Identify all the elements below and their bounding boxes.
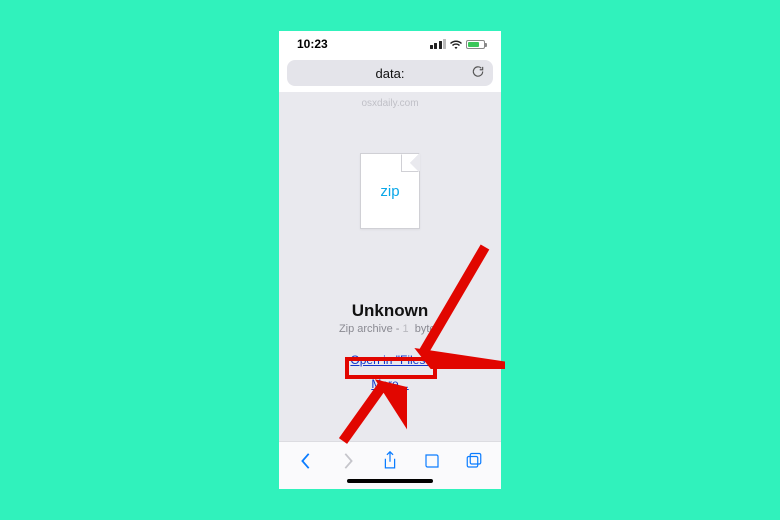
tabs-button[interactable] bbox=[463, 450, 485, 472]
safari-toolbar bbox=[279, 441, 501, 479]
cellular-icon bbox=[430, 39, 447, 49]
file-subtitle: Zip archive - 1 bytes bbox=[339, 323, 441, 335]
reload-icon[interactable] bbox=[471, 65, 485, 82]
status-bar: 10:23 bbox=[279, 31, 501, 57]
home-indicator bbox=[347, 479, 433, 483]
open-in-files-link[interactable]: Open in "Files" bbox=[350, 353, 429, 367]
status-time: 10:23 bbox=[297, 37, 328, 51]
forward-button[interactable] bbox=[337, 450, 359, 472]
watermark-text: osxdaily.com bbox=[361, 98, 418, 109]
more-link[interactable]: More... bbox=[371, 377, 408, 391]
url-bar[interactable]: data: bbox=[287, 60, 493, 86]
url-text: data: bbox=[376, 66, 405, 81]
bookmarks-button[interactable] bbox=[421, 450, 443, 472]
action-links: Open in "Files" More... bbox=[350, 353, 429, 391]
file-title: Unknown bbox=[352, 301, 429, 321]
status-right bbox=[430, 39, 486, 49]
battery-icon bbox=[466, 40, 485, 49]
page-content: osxdaily.com zip Unknown Zip archive - 1… bbox=[279, 92, 501, 441]
home-indicator-area bbox=[279, 479, 501, 489]
url-bar-container: data: bbox=[279, 57, 501, 92]
iphone-screen: 10:23 data: osxdaily.com zip Unknown Zip… bbox=[279, 31, 501, 489]
share-button[interactable] bbox=[379, 450, 401, 472]
file-type-icon: zip bbox=[360, 153, 420, 229]
file-ext-label: zip bbox=[380, 183, 399, 200]
back-button[interactable] bbox=[295, 450, 317, 472]
wifi-icon bbox=[450, 40, 462, 49]
